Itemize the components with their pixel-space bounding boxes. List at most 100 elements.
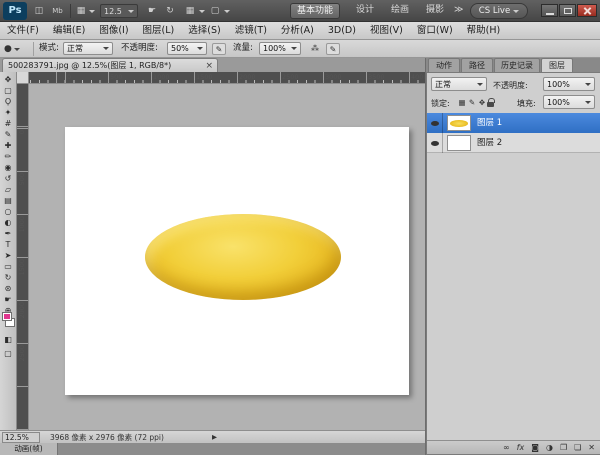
opacity-select[interactable]: 50% bbox=[167, 42, 207, 55]
layer-thumbnail[interactable] bbox=[447, 115, 471, 131]
healing-brush-tool[interactable]: ✚ bbox=[0, 140, 16, 151]
layer-opacity-select[interactable]: 100% bbox=[543, 77, 595, 91]
delete-layer-icon[interactable]: ✕ bbox=[588, 441, 595, 454]
menu-view[interactable]: 视图(V) bbox=[363, 22, 410, 39]
lock-transparency-icon[interactable]: ▦ bbox=[457, 98, 467, 107]
menu-layer[interactable]: 图层(L) bbox=[136, 22, 182, 39]
layer-blend-mode-select[interactable]: 正常 bbox=[431, 77, 487, 91]
tab-close-icon[interactable]: × bbox=[201, 61, 217, 71]
workspace-design-button[interactable]: 设计 bbox=[350, 3, 380, 19]
layer-thumbnail[interactable] bbox=[447, 135, 471, 151]
layer-name[interactable]: 图层 1 bbox=[477, 113, 502, 133]
rotate-view-icon[interactable]: ↻ bbox=[163, 5, 177, 18]
marquee-tool[interactable]: ▢ bbox=[0, 85, 16, 96]
restore-button[interactable] bbox=[559, 4, 576, 17]
lasso-tool[interactable]: Ϙ bbox=[0, 96, 16, 107]
close-button[interactable] bbox=[577, 4, 597, 17]
crop-tool[interactable]: # bbox=[0, 118, 16, 129]
minimize-button[interactable] bbox=[541, 4, 558, 17]
pen-tool[interactable]: ✒ bbox=[0, 228, 16, 239]
hand-pan-icon[interactable]: ☛ bbox=[145, 5, 159, 18]
document-tab-bar: 500283791.jpg @ 12.5%(图层 1, RGB/8*) × bbox=[0, 58, 425, 72]
blur-tool[interactable]: ○ bbox=[0, 206, 16, 217]
arrange-documents-icon[interactable]: ▦ bbox=[183, 5, 197, 18]
hand-tool[interactable]: ☛ bbox=[0, 294, 16, 305]
lock-pixels-icon[interactable]: ✎ bbox=[467, 98, 477, 107]
document-canvas[interactable] bbox=[65, 127, 409, 395]
eye-icon[interactable] bbox=[431, 141, 439, 146]
visibility-cell[interactable] bbox=[427, 113, 443, 133]
bridge-icon[interactable]: ◫ bbox=[32, 5, 46, 18]
add-mask-icon[interactable]: ◙ bbox=[531, 441, 539, 454]
lock-all-icon[interactable] bbox=[487, 98, 495, 107]
ruler-label: 1500 bbox=[18, 259, 26, 276]
airbrush-icon[interactable]: ⁂ bbox=[308, 43, 322, 55]
menu-analysis[interactable]: 分析(A) bbox=[274, 22, 321, 39]
divider bbox=[33, 42, 34, 56]
flow-value: 100% bbox=[263, 44, 286, 53]
menu-select[interactable]: 选择(S) bbox=[181, 22, 227, 39]
view-extras-icon[interactable]: ▦ bbox=[75, 5, 87, 18]
flow-select[interactable]: 100% bbox=[259, 42, 301, 55]
fill-select[interactable]: 100% bbox=[543, 95, 595, 109]
tab-history[interactable]: 历史记录 bbox=[494, 58, 540, 72]
screen-mode-icon[interactable]: ▢ bbox=[208, 5, 222, 18]
new-layer-icon[interactable]: ❏ bbox=[574, 441, 581, 454]
tablet-opacity-icon[interactable]: ✎ bbox=[212, 43, 226, 55]
layer-row-1[interactable]: 图层 1 bbox=[427, 113, 600, 133]
tablet-size-icon[interactable]: ✎ bbox=[326, 43, 340, 55]
dodge-tool[interactable]: ◐ bbox=[0, 217, 16, 228]
document-tab[interactable]: 500283791.jpg @ 12.5%(图层 1, RGB/8*) × bbox=[2, 58, 218, 72]
ruler-label: 0 bbox=[18, 130, 26, 135]
workspace-paint-button[interactable]: 绘画 bbox=[385, 3, 415, 19]
tab-actions[interactable]: 动作 bbox=[428, 58, 460, 72]
quick-mask-button[interactable]: ◧ bbox=[0, 334, 16, 345]
eraser-tool[interactable]: ▱ bbox=[0, 184, 16, 195]
layer-row-2[interactable]: 图层 2 bbox=[427, 133, 600, 153]
zoom-level-field[interactable]: 12.5 bbox=[100, 4, 138, 18]
shape-tool[interactable]: ▭ bbox=[0, 261, 16, 272]
brush-preset-picker[interactable]: ● bbox=[4, 43, 28, 55]
workspace-overflow-chevron[interactable]: ≫ bbox=[452, 3, 465, 19]
tab-layers[interactable]: 图层 bbox=[541, 58, 573, 72]
ruler-label: 500 bbox=[18, 173, 26, 186]
layer-name[interactable]: 图层 2 bbox=[477, 133, 502, 153]
menu-image[interactable]: 图像(I) bbox=[92, 22, 135, 39]
new-group-icon[interactable]: ❐ bbox=[560, 441, 567, 454]
history-brush-tool[interactable]: ↺ bbox=[0, 173, 16, 184]
mini-bridge-icon[interactable]: Mb bbox=[49, 5, 66, 18]
menu-filter[interactable]: 滤镜(T) bbox=[228, 22, 274, 39]
cs-live-button[interactable]: CS Live bbox=[470, 3, 528, 19]
eyedropper-tool[interactable]: ✎ bbox=[0, 129, 16, 140]
foreground-color-swatch[interactable] bbox=[2, 312, 12, 321]
quick-selection-tool[interactable]: ✦ bbox=[0, 107, 16, 118]
pasteboard bbox=[29, 84, 425, 430]
visibility-cell[interactable] bbox=[427, 133, 443, 153]
menu-edit[interactable]: 编辑(E) bbox=[46, 22, 92, 39]
path-selection-tool[interactable]: ➤ bbox=[0, 250, 16, 261]
workspace-essentials-button[interactable]: 基本功能 bbox=[290, 3, 341, 19]
layer-effects-icon[interactable]: fx bbox=[517, 441, 525, 454]
adjustment-layer-icon[interactable]: ◑ bbox=[546, 441, 553, 454]
menu-window[interactable]: 窗口(W) bbox=[410, 22, 460, 39]
type-tool[interactable]: T bbox=[0, 239, 16, 250]
move-tool[interactable]: ✥ bbox=[0, 74, 16, 85]
animation-panel-tab[interactable]: 动画(帧) bbox=[0, 443, 58, 455]
screen-mode-button[interactable]: ▢ bbox=[0, 348, 16, 359]
menu-help[interactable]: 帮助(H) bbox=[460, 22, 508, 39]
3d-camera-tool[interactable]: ⊛ bbox=[0, 283, 16, 294]
tab-paths[interactable]: 路径 bbox=[461, 58, 493, 72]
menu-3d[interactable]: 3D(D) bbox=[321, 22, 363, 39]
zoom-percent-field[interactable]: 12.5% bbox=[2, 432, 40, 443]
chevron-down-icon bbox=[103, 47, 109, 50]
eye-icon[interactable] bbox=[431, 121, 439, 126]
clone-stamp-tool[interactable]: ◉ bbox=[0, 162, 16, 173]
3d-rotate-tool[interactable]: ↻ bbox=[0, 272, 16, 283]
brush-tool[interactable]: ✏ bbox=[0, 151, 16, 162]
gradient-tool[interactable]: ▤ bbox=[0, 195, 16, 206]
link-layers-icon[interactable]: ∞ bbox=[503, 441, 510, 454]
menu-file[interactable]: 文件(F) bbox=[0, 22, 46, 39]
lock-position-icon[interactable]: ✥ bbox=[477, 98, 487, 107]
workspace-photo-button[interactable]: 摄影 bbox=[420, 3, 450, 19]
blend-mode-select[interactable]: 正常 bbox=[63, 42, 113, 55]
